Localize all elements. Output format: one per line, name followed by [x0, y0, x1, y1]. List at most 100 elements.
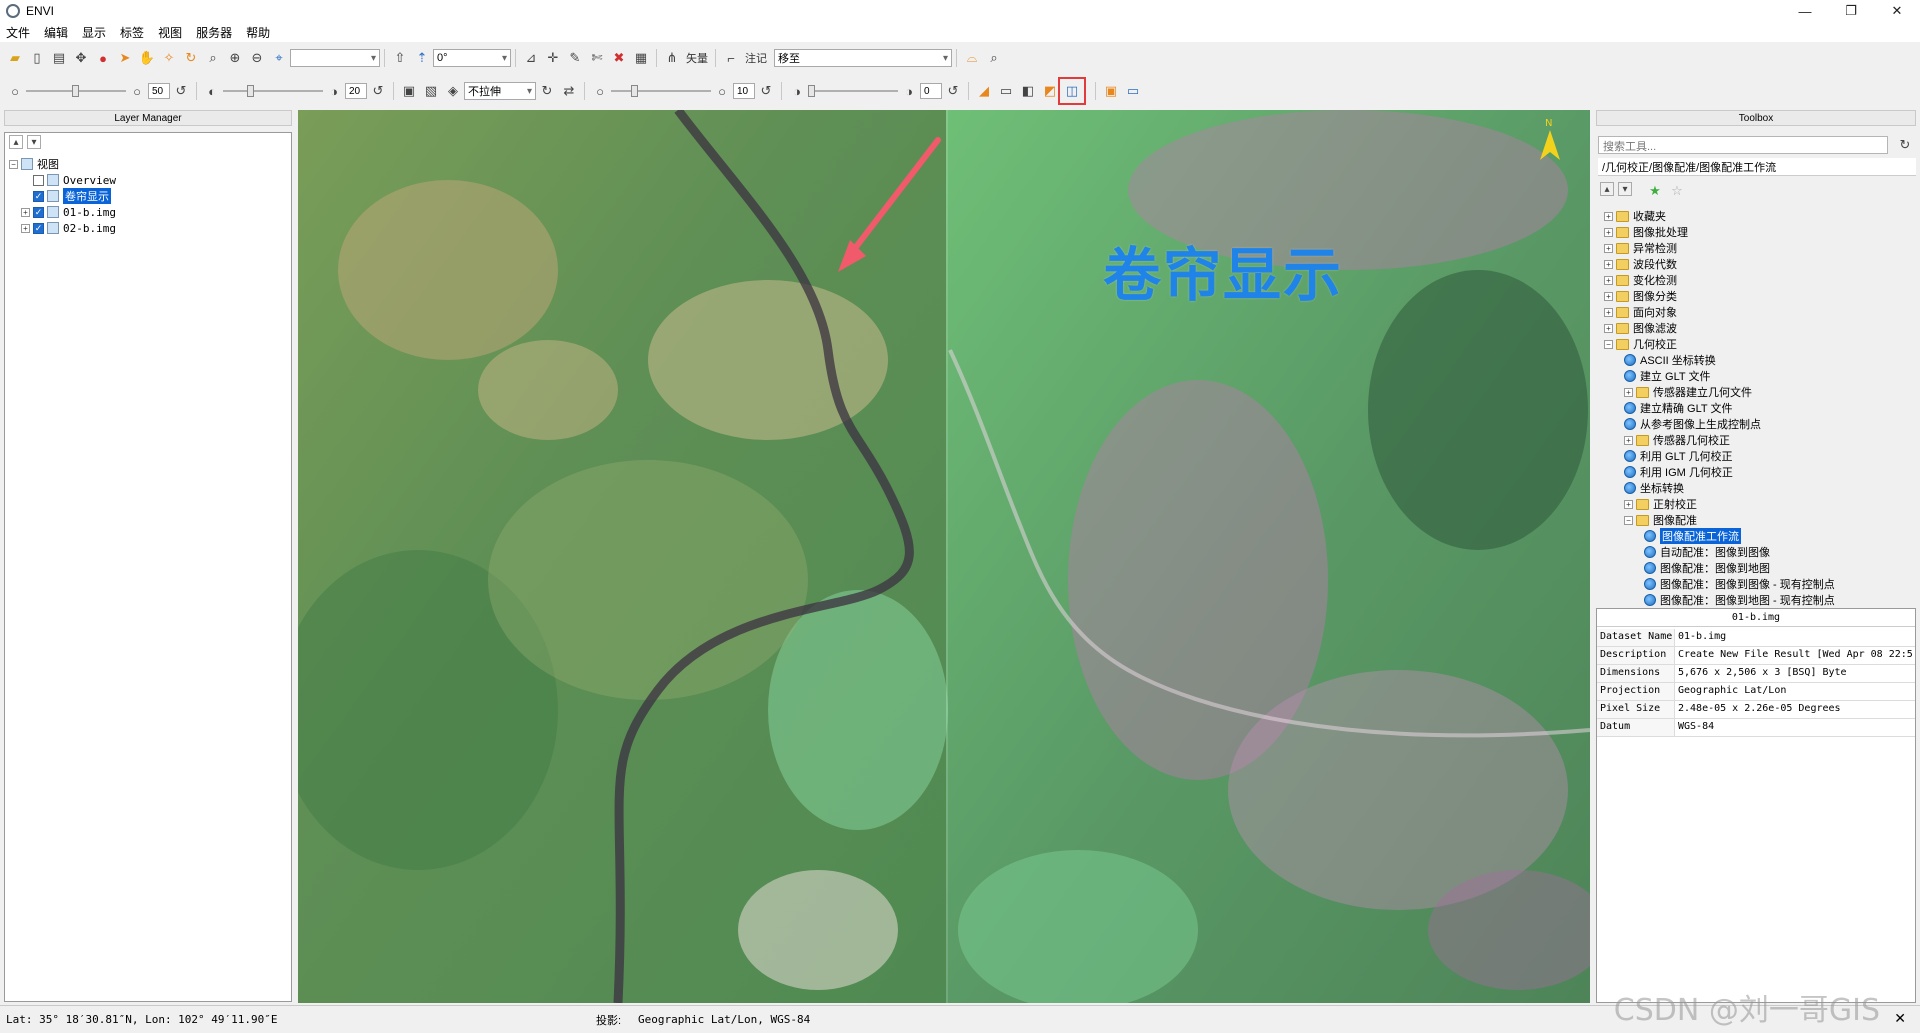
swipe-divider[interactable]: [946, 110, 948, 1003]
tree-expander[interactable]: +: [1604, 291, 1613, 301]
maximize-button[interactable]: ❐: [1828, 0, 1874, 22]
minimize-button[interactable]: —: [1782, 0, 1828, 22]
sharpen-value[interactable]: 10: [733, 83, 755, 99]
print-icon[interactable]: ▤: [50, 49, 68, 67]
toolbox-search-input[interactable]: 搜索工具...: [1598, 136, 1888, 154]
contrast-value[interactable]: 20: [345, 83, 367, 99]
toolbox-item[interactable]: 利用 GLT 几何校正: [1624, 448, 1733, 464]
close-window-button[interactable]: ✕: [1874, 0, 1920, 22]
tree-expander[interactable]: −: [1624, 515, 1633, 525]
favorites-icon[interactable]: ☆: [1668, 182, 1686, 200]
zoom-combo[interactable]: [290, 49, 380, 67]
toolbox-item[interactable]: 图像配准：图像到地图 - 现有控制点: [1644, 592, 1835, 608]
histogram-icon[interactable]: ▣: [400, 82, 418, 100]
rotation-combo[interactable]: 0°: [433, 49, 511, 67]
annotation-icon[interactable]: ⌐: [722, 49, 740, 67]
reset-brightness-icon[interactable]: ↺: [172, 82, 190, 100]
vector-icon[interactable]: ⋔: [663, 49, 681, 67]
layer-item-02b[interactable]: + ✓ 02-b.img: [21, 221, 116, 235]
toolbox-item[interactable]: 自动配准：图像到图像: [1644, 544, 1770, 560]
stretch-type-icon[interactable]: ◈: [444, 82, 462, 100]
close-status-icon[interactable]: ✕: [1894, 1010, 1906, 1027]
stretch-options-icon[interactable]: ⇄: [560, 82, 578, 100]
search-icon[interactable]: ⌕: [985, 49, 1003, 67]
flicker-icon[interactable]: ◩: [1041, 82, 1059, 100]
vector-menu[interactable]: 矢量: [686, 50, 708, 66]
annotation-menu[interactable]: 注记: [745, 50, 767, 66]
brightness-value[interactable]: 50: [148, 83, 170, 99]
toolbox-item[interactable]: + 波段代数: [1604, 256, 1677, 272]
chip-view-icon[interactable]: ▭: [997, 82, 1015, 100]
zoom-in-icon[interactable]: ⊕: [226, 49, 244, 67]
menu-server[interactable]: 服务器: [196, 24, 232, 41]
open-folder-icon[interactable]: ▰: [6, 49, 24, 67]
tree-expander[interactable]: +: [1604, 243, 1613, 253]
image-view[interactable]: N 卷帘显示: [298, 110, 1590, 1003]
blend-icon[interactable]: ◧: [1019, 82, 1037, 100]
toolbox-item[interactable]: ASCII 坐标转换: [1624, 352, 1716, 368]
toolbox-item[interactable]: + 图像分类: [1604, 288, 1677, 304]
favorites-add-icon[interactable]: ★: [1646, 182, 1664, 200]
toolbox-item[interactable]: + 变化检测: [1604, 272, 1677, 288]
pan-arrows-icon[interactable]: ✥: [72, 49, 90, 67]
expand-all-icon[interactable]: ▾: [27, 135, 41, 149]
menu-labels[interactable]: 标签: [120, 24, 144, 41]
menu-edit[interactable]: 编辑: [44, 24, 68, 41]
collapse-all-icon[interactable]: ▴: [9, 135, 23, 149]
portal-tool-icon[interactable]: ▣: [1102, 82, 1120, 100]
refresh-stretch-icon[interactable]: ↻: [538, 82, 556, 100]
hand-pan-icon[interactable]: ✋: [138, 49, 156, 67]
layer-item-swipe[interactable]: ✓ 卷帘显示: [33, 188, 111, 204]
transparency-value[interactable]: 0: [920, 83, 942, 99]
reset-transparency-icon[interactable]: ↺: [944, 82, 962, 100]
menu-view[interactable]: 视图: [158, 24, 182, 41]
profile-icon[interactable]: ◢: [975, 82, 993, 100]
tree-expander[interactable]: +: [1624, 387, 1633, 397]
menu-display[interactable]: 显示: [82, 24, 106, 41]
toolbox-item[interactable]: 坐标转换: [1624, 480, 1684, 496]
tree-expander[interactable]: +: [1604, 275, 1613, 285]
edit-pencil-icon[interactable]: ✎: [566, 49, 584, 67]
tree-expander[interactable]: +: [1604, 211, 1613, 221]
cut-icon[interactable]: ✄: [588, 49, 606, 67]
portal-icon[interactable]: ⌓: [963, 49, 981, 67]
swipe-icon[interactable]: ◫: [1058, 77, 1086, 105]
crosshair-icon[interactable]: ✛: [544, 49, 562, 67]
toolbox-item[interactable]: + 异常检测: [1604, 240, 1677, 256]
toolbox-item[interactable]: − 图像配准: [1624, 512, 1697, 528]
menu-file[interactable]: 文件: [6, 24, 30, 41]
zoom-out-icon[interactable]: ⊖: [248, 49, 266, 67]
contrast-slider[interactable]: [223, 82, 323, 100]
reset-contrast-icon[interactable]: ↺: [369, 82, 387, 100]
layer-item-overview[interactable]: Overview: [33, 173, 116, 187]
swipe-checkbox[interactable]: ✓: [33, 190, 44, 202]
measure-icon[interactable]: ⊿: [522, 49, 540, 67]
goto-input[interactable]: 移至: [774, 49, 952, 67]
toolbox-item[interactable]: − 几何校正: [1604, 336, 1677, 352]
location-pin-icon[interactable]: ●: [94, 49, 112, 67]
toolbox-collapse-icon[interactable]: ▴: [1600, 182, 1614, 196]
tree-expander[interactable]: +: [1604, 323, 1613, 333]
stretch-icon[interactable]: ▧: [422, 82, 440, 100]
toolbox-item[interactable]: 图像配准：图像到图像 - 现有控制点: [1644, 576, 1835, 592]
toolbox-item[interactable]: + 收藏夹: [1604, 208, 1666, 224]
brightness-slider[interactable]: [26, 82, 126, 100]
toolbox-item[interactable]: + 面向对象: [1604, 304, 1677, 320]
tree-expander[interactable]: +: [1624, 499, 1633, 509]
tree-expander[interactable]: +: [1604, 227, 1613, 237]
transparency-slider[interactable]: [808, 82, 898, 100]
tree-root[interactable]: − 视图: [9, 157, 59, 171]
toolbox-expand-icon[interactable]: ▾: [1618, 182, 1632, 196]
rotate-icon[interactable]: ↻: [182, 49, 200, 67]
layer-item-01b[interactable]: + ✓ 01-b.img: [21, 205, 116, 219]
menu-help[interactable]: 帮助: [246, 24, 270, 41]
toolbox-item[interactable]: 建立精确 GLT 文件: [1624, 400, 1733, 416]
sharpen-slider[interactable]: [611, 82, 711, 100]
stretch-combo[interactable]: 不拉伸: [464, 82, 536, 100]
toolbox-item[interactable]: 图像配准工作流: [1644, 528, 1741, 544]
north-up-icon[interactable]: ⇧: [391, 49, 409, 67]
layer-01b-checkbox[interactable]: ✓: [33, 206, 44, 218]
toolbox-item[interactable]: + 正射校正: [1624, 496, 1697, 512]
toolbox-item[interactable]: 利用 IGM 几何校正: [1624, 464, 1733, 480]
toolbox-item[interactable]: 图像配准：图像到地图: [1644, 560, 1770, 576]
